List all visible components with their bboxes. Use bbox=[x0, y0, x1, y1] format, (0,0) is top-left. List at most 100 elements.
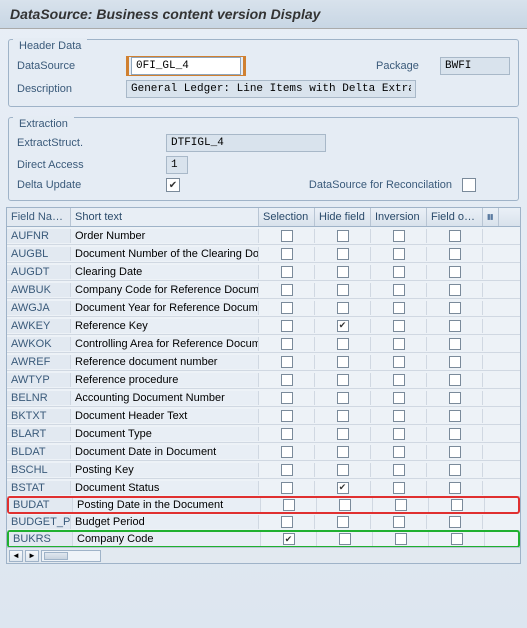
cell-hide[interactable] bbox=[315, 373, 371, 387]
cell-selection[interactable] bbox=[259, 373, 315, 387]
grid-config-icon[interactable] bbox=[483, 208, 499, 226]
table-row[interactable]: BELNRAccounting Document Number bbox=[7, 389, 520, 407]
cell-inversion[interactable] bbox=[371, 391, 427, 405]
cell-hide[interactable] bbox=[315, 427, 371, 441]
cell-inversion[interactable] bbox=[371, 445, 427, 459]
cell-hide[interactable] bbox=[315, 463, 371, 477]
cell-inversion[interactable] bbox=[371, 409, 427, 423]
cell-hide[interactable] bbox=[315, 355, 371, 369]
table-row[interactable]: BUDGET_PDBudget Period bbox=[7, 513, 520, 531]
cell-inversion[interactable] bbox=[371, 373, 427, 387]
cell-hide[interactable] bbox=[315, 445, 371, 459]
cell-hide[interactable] bbox=[315, 409, 371, 423]
cell-selection[interactable] bbox=[259, 481, 315, 495]
cell-field-only[interactable] bbox=[427, 229, 483, 243]
cell-field-only[interactable] bbox=[427, 481, 483, 495]
cell-selection[interactable] bbox=[259, 463, 315, 477]
table-row[interactable]: AUFNROrder Number bbox=[7, 227, 520, 245]
cell-field-only[interactable] bbox=[427, 409, 483, 423]
cell-inversion[interactable] bbox=[371, 229, 427, 243]
scroll-left-icon[interactable]: ◄ bbox=[9, 550, 23, 562]
table-row[interactable]: AWBUKCompany Code for Reference Document… bbox=[7, 281, 520, 299]
col-field-name[interactable]: Field Name bbox=[7, 208, 71, 226]
cell-field-only[interactable] bbox=[427, 463, 483, 477]
cell-inversion[interactable] bbox=[371, 355, 427, 369]
cell-selection[interactable] bbox=[259, 283, 315, 297]
table-row[interactable]: AWGJADocument Year for Reference Documen… bbox=[7, 299, 520, 317]
cell-field-only[interactable] bbox=[427, 265, 483, 279]
cell-inversion[interactable] bbox=[371, 283, 427, 297]
cell-hide[interactable] bbox=[315, 283, 371, 297]
cell-inversion[interactable] bbox=[371, 265, 427, 279]
cell-field-only[interactable] bbox=[427, 391, 483, 405]
cell-inversion[interactable] bbox=[371, 481, 427, 495]
cell-field-only[interactable] bbox=[427, 337, 483, 351]
cell-selection[interactable] bbox=[259, 319, 315, 333]
cell-hide[interactable] bbox=[315, 319, 371, 333]
cell-inversion[interactable] bbox=[371, 463, 427, 477]
cell-selection[interactable] bbox=[259, 409, 315, 423]
cell-selection[interactable] bbox=[261, 498, 317, 512]
cell-selection[interactable] bbox=[259, 391, 315, 405]
cell-field-only[interactable] bbox=[429, 532, 485, 546]
cell-inversion[interactable] bbox=[371, 427, 427, 441]
cell-inversion[interactable] bbox=[371, 319, 427, 333]
cell-field-only[interactable] bbox=[427, 247, 483, 261]
table-row[interactable]: BUKRSCompany Code bbox=[7, 530, 520, 547]
cell-hide[interactable] bbox=[315, 265, 371, 279]
cell-selection[interactable] bbox=[261, 532, 317, 546]
scroll-track[interactable] bbox=[41, 550, 101, 562]
cell-selection[interactable] bbox=[259, 355, 315, 369]
cell-selection[interactable] bbox=[259, 337, 315, 351]
cell-inversion[interactable] bbox=[371, 515, 427, 529]
table-row[interactable]: AWREFReference document number bbox=[7, 353, 520, 371]
cell-field-only[interactable] bbox=[427, 301, 483, 315]
cell-selection[interactable] bbox=[259, 445, 315, 459]
cell-selection[interactable] bbox=[259, 515, 315, 529]
cell-hide[interactable] bbox=[317, 498, 373, 512]
cell-selection[interactable] bbox=[259, 427, 315, 441]
cell-hide[interactable] bbox=[315, 391, 371, 405]
table-row[interactable]: BLARTDocument Type bbox=[7, 425, 520, 443]
cell-hide[interactable] bbox=[317, 532, 373, 546]
scroll-right-icon[interactable]: ► bbox=[25, 550, 39, 562]
cell-field-only[interactable] bbox=[427, 515, 483, 529]
cell-inversion[interactable] bbox=[373, 498, 429, 512]
cell-inversion[interactable] bbox=[371, 337, 427, 351]
table-row[interactable]: AWKEYReference Key bbox=[7, 317, 520, 335]
cell-field-only[interactable] bbox=[427, 373, 483, 387]
table-row[interactable]: AUGDTClearing Date bbox=[7, 263, 520, 281]
reconcilation-checkbox[interactable] bbox=[462, 178, 476, 192]
cell-hide[interactable] bbox=[315, 229, 371, 243]
table-row[interactable]: BLDATDocument Date in Document bbox=[7, 443, 520, 461]
cell-field-only[interactable] bbox=[427, 427, 483, 441]
table-row[interactable]: BSCHLPosting Key bbox=[7, 461, 520, 479]
cell-inversion[interactable] bbox=[371, 247, 427, 261]
col-field-only[interactable]: Field only.. bbox=[427, 208, 483, 226]
horizontal-scrollbar[interactable]: ◄ ► bbox=[7, 547, 520, 563]
delta-update-checkbox[interactable] bbox=[166, 178, 180, 192]
table-row[interactable]: AWKOKControlling Area for Reference Docu… bbox=[7, 335, 520, 353]
cell-selection[interactable] bbox=[259, 265, 315, 279]
cell-selection[interactable] bbox=[259, 301, 315, 315]
cell-field-only[interactable] bbox=[427, 445, 483, 459]
table-row[interactable]: AUGBLDocument Number of the Clearing Doc… bbox=[7, 245, 520, 263]
cell-hide[interactable] bbox=[315, 515, 371, 529]
cell-selection[interactable] bbox=[259, 247, 315, 261]
datasource-field[interactable] bbox=[131, 57, 241, 75]
cell-hide[interactable] bbox=[315, 301, 371, 315]
cell-field-only[interactable] bbox=[427, 319, 483, 333]
col-inversion[interactable]: Inversion bbox=[371, 208, 427, 226]
table-row[interactable]: BSTATDocument Status bbox=[7, 479, 520, 497]
col-hide-field[interactable]: Hide field bbox=[315, 208, 371, 226]
scroll-thumb[interactable] bbox=[44, 552, 68, 560]
col-short-text[interactable]: Short text bbox=[71, 208, 259, 226]
cell-hide[interactable] bbox=[315, 481, 371, 495]
table-row[interactable]: AWTYPReference procedure bbox=[7, 371, 520, 389]
cell-inversion[interactable] bbox=[371, 301, 427, 315]
cell-hide[interactable] bbox=[315, 337, 371, 351]
cell-selection[interactable] bbox=[259, 229, 315, 243]
cell-hide[interactable] bbox=[315, 247, 371, 261]
cell-field-only[interactable] bbox=[427, 355, 483, 369]
cell-field-only[interactable] bbox=[427, 283, 483, 297]
